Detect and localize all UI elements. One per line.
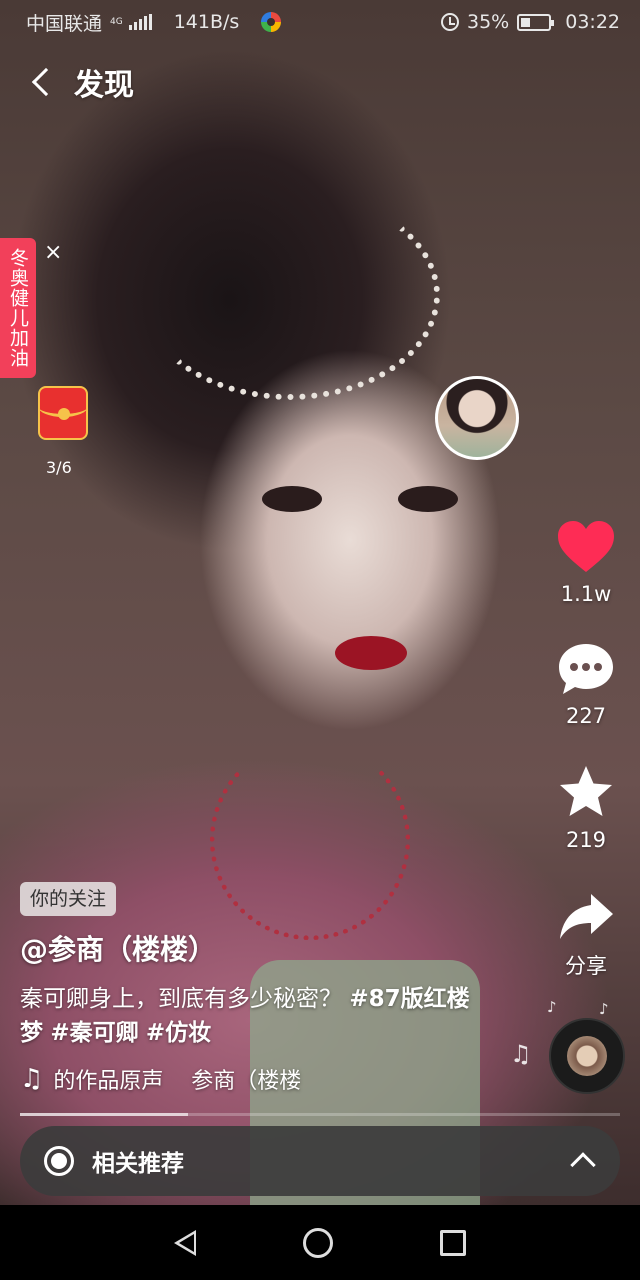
video-progress-fill [20,1113,188,1116]
music-note-icon: ♫ [510,1040,532,1068]
carrier-name: 中国联通 [26,12,103,35]
close-icon[interactable]: × [44,240,62,265]
chevron-left-icon[interactable] [31,67,61,97]
music-note-icon: ♪ [547,998,557,1016]
promo-banner-text: 冬奥健儿加油 [7,248,29,368]
related-recommend-bar[interactable]: 相关推荐 [20,1126,620,1196]
music-cover [567,1036,607,1076]
favorite-button[interactable]: 219 [536,764,636,852]
page-title: 发现 [74,68,134,103]
battery-percent: 35% [467,11,510,33]
app-notification-icon [261,12,282,32]
heart-icon [558,521,614,572]
network-type: 4G [110,16,123,27]
author-name[interactable]: @参商（楼楼） [20,928,216,968]
share-arrow-icon [560,894,613,939]
video-necklace [210,740,410,940]
promo-banner[interactable]: 冬奥健儿加油 [0,238,36,378]
video-progress-bar[interactable] [20,1113,620,1116]
video-eye-right [398,486,458,512]
chevron-up-icon[interactable] [570,1152,596,1178]
red-envelope-icon[interactable] [38,386,88,440]
hashtag[interactable]: #秦可卿 [50,1020,138,1046]
system-nav-bar [0,1205,640,1280]
comment-count: 227 [565,704,607,728]
music-note-icon: ♫ [20,1064,44,1094]
envelope-progress: 3/6 [46,458,72,477]
top-nav: 发现 [31,60,134,104]
video-eye-left [262,486,322,512]
battery-fill [521,17,531,27]
triangle-back-icon[interactable] [173,1229,196,1256]
post-caption: 秦可卿身上，到底有多少秘密？ #87版红楼梦 #秦可卿 #仿妆 [20,982,490,1050]
caption-text: 秦可卿身上，到底有多少秘密？ [20,986,342,1012]
follow-badge: 你的关注 [20,882,117,916]
network-speed: 141B/s [173,11,240,33]
comment-button[interactable]: 227 [536,642,636,728]
clock: 03:22 [565,11,620,33]
pearl-headdress [140,190,440,400]
music-info[interactable]: ♫ 的作品原声 参商（楼楼 [20,1063,350,1095]
status-bar: 中国联通 4G 141B/s 35% 03:22 [0,0,640,44]
share-button[interactable]: 分享 [536,892,636,980]
like-button[interactable]: 1.1w [536,520,636,606]
video-lips [335,636,407,670]
battery-icon [517,13,555,31]
circle-home-icon[interactable] [302,1227,333,1258]
star-icon [560,766,612,816]
record-icon [44,1146,74,1176]
music-title: 的作品原声 参商（楼楼 [53,1069,302,1094]
music-disc[interactable] [549,1018,625,1094]
comment-icon [559,644,613,694]
signal-icon [128,14,152,30]
hashtag[interactable]: #仿妆 [146,1020,211,1046]
favorite-count: 219 [565,828,607,852]
related-label: 相关推荐 [92,1151,184,1177]
share-label: 分享 [565,954,607,978]
author-avatar[interactable] [435,376,519,460]
square-recent-icon[interactable] [440,1229,467,1256]
music-note-icon: ♪ [599,1000,609,1018]
like-count: 1.1w [560,582,612,606]
alarm-icon [441,13,459,31]
